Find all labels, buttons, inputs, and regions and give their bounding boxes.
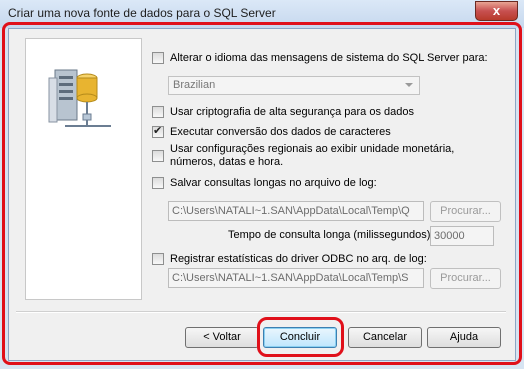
window-title: Criar uma nova fonte de dados para o SQL… [8, 6, 276, 20]
char-conversion-checkbox[interactable] [152, 124, 164, 138]
long-query-time-label: Tempo de consulta longa (milissegundos): [228, 229, 434, 241]
language-select-value: Brazilian [173, 79, 216, 91]
close-icon: x [492, 3, 501, 18]
language-select[interactable]: Brazilian [168, 76, 420, 95]
title-bar: Criar uma nova fonte de dados para o SQL… [0, 0, 524, 28]
close-button[interactable]: x [475, 1, 518, 21]
strong-encryption-label: Usar criptografia de alta segurança para… [170, 106, 414, 118]
help-button[interactable]: Ajuda [427, 327, 501, 348]
browse-driver-stats-button[interactable]: Procurar... [430, 268, 501, 289]
database-server-icon [48, 69, 111, 127]
dialog-window: Criar uma nova fonte de dados para o SQL… [0, 0, 524, 369]
cancel-button[interactable]: Cancelar [348, 327, 422, 348]
change-language-checkbox[interactable] [152, 52, 164, 64]
chevron-down-icon [405, 83, 413, 87]
save-long-queries-checkbox[interactable] [152, 177, 164, 189]
long-query-time-input[interactable]: 30000 [430, 226, 494, 246]
char-conversion-label: Executar conversão dos dados de caracter… [170, 126, 391, 138]
browse-long-query-button[interactable]: Procurar... [430, 201, 501, 222]
strong-encryption-checkbox[interactable] [152, 106, 164, 118]
regional-settings-label: Usar configurações regionais ao exibir u… [170, 143, 455, 168]
save-long-queries-label: Salvar consultas longas no arquivo de lo… [170, 177, 377, 189]
back-button[interactable]: < Voltar [185, 327, 259, 348]
regional-settings-checkbox[interactable] [152, 150, 164, 162]
log-driver-stats-checkbox[interactable] [152, 253, 164, 265]
change-language-label: Alterar o idioma das mensagens de sistem… [170, 52, 488, 64]
finish-button[interactable]: Concluir [263, 327, 337, 348]
wizard-sidebar [25, 38, 142, 300]
log-driver-stats-label: Registrar estatísticas do driver ODBC no… [170, 253, 427, 265]
driver-stats-log-path-input[interactable]: C:\Users\NATALI~1.SAN\AppData\Local\Temp… [168, 268, 424, 288]
long-query-log-path-input[interactable]: C:\Users\NATALI~1.SAN\AppData\Local\Temp… [168, 201, 424, 221]
footer-divider [16, 311, 506, 313]
